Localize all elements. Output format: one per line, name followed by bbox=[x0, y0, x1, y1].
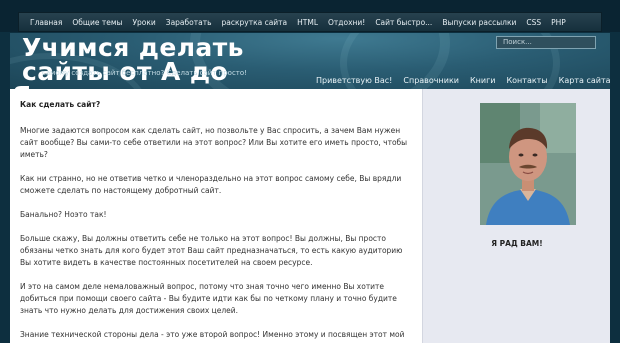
site-tagline: самому создать сайт бесплатно? Сделать с… bbox=[42, 69, 247, 77]
sidebar-caption: Я РАД ВАМ! bbox=[491, 239, 543, 248]
top-bar: Главная Общие темы Уроки Заработать раск… bbox=[0, 0, 620, 32]
main-nav-books[interactable]: Книги bbox=[470, 76, 496, 85]
nav-item-html[interactable]: HTML bbox=[292, 18, 323, 27]
nav-item-general[interactable]: Общие темы bbox=[67, 18, 127, 27]
main-nav-sitemap[interactable]: Карта сайта bbox=[559, 76, 610, 85]
main-nav-contacts[interactable]: Контакты bbox=[506, 76, 547, 85]
article-paragraph: И это на самом деле немаловажный вопрос,… bbox=[20, 282, 397, 315]
nav-item-php[interactable]: PHP bbox=[546, 18, 571, 27]
top-navigation: Главная Общие темы Уроки Заработать раск… bbox=[18, 12, 602, 32]
article-paragraph: Банально? Ноэто так! bbox=[20, 210, 107, 219]
nav-item-home[interactable]: Главная bbox=[25, 18, 67, 27]
nav-item-css[interactable]: CSS bbox=[521, 18, 546, 27]
article-paragraph: Многие задаются вопросом как сделать сай… bbox=[20, 126, 408, 159]
article-paragraph: Как ни странно, но не ответив четко и чл… bbox=[20, 174, 402, 195]
article-paragraph: Больше скажу, Вы должны ответить себе не… bbox=[20, 234, 403, 267]
main-nav-welcome[interactable]: Приветствую Вас! bbox=[316, 76, 392, 85]
article-heading: Как сделать сайт? bbox=[20, 100, 101, 109]
main-navigation: Приветствую Вас! Справочники Книги Конта… bbox=[316, 76, 610, 85]
nav-item-fast-site[interactable]: Сайт быстро... bbox=[370, 18, 437, 27]
nav-item-newsletter[interactable]: Выпуски рассылки bbox=[437, 18, 521, 27]
main-nav-references[interactable]: Справочники bbox=[403, 76, 459, 85]
author-photo bbox=[480, 103, 576, 225]
search-input[interactable]: Поиск... bbox=[496, 36, 596, 49]
nav-item-lessons[interactable]: Уроки bbox=[127, 18, 160, 27]
main-content: Как сделать сайт? Многие задаются вопрос… bbox=[10, 89, 422, 343]
nav-item-promotion[interactable]: раскрутка сайта bbox=[217, 18, 293, 27]
site-header: Учимся делать сайты от А до Я самому соз… bbox=[10, 33, 610, 89]
sidebar: Я РАД ВАМ! bbox=[422, 89, 610, 343]
nav-item-relax[interactable]: Отдохни! bbox=[323, 18, 370, 27]
author-photo-image bbox=[480, 103, 576, 225]
nav-item-earn[interactable]: Заработать bbox=[161, 18, 217, 27]
site-title[interactable]: Учимся делать сайты от А до Я bbox=[12, 36, 310, 89]
article-paragraph: Знание технической стороны дела - это уж… bbox=[20, 330, 405, 343]
